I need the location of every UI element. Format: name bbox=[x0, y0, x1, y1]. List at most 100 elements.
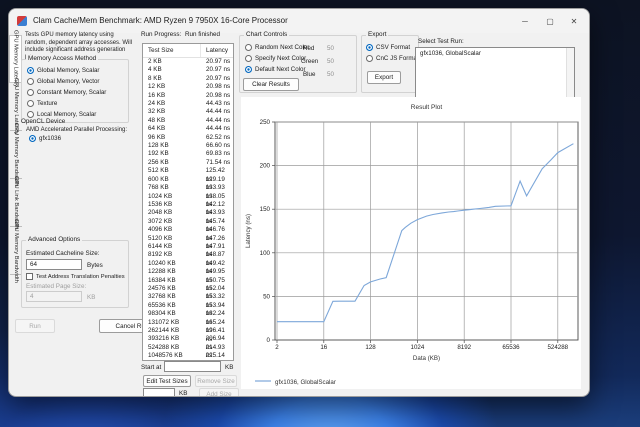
radio-specify-next-color[interactable]: Specify Next Color bbox=[245, 53, 309, 64]
start-at-unit-label: KB bbox=[225, 364, 234, 371]
test-run-item[interactable]: gfx1036, GlobalScalar bbox=[416, 48, 574, 57]
run-button[interactable]: Run bbox=[15, 319, 55, 333]
radio-gfx1036[interactable]: gfx1036 bbox=[29, 133, 61, 144]
add-size-input[interactable] bbox=[143, 388, 175, 396]
table-row[interactable]: 192 KB 69.83 ns bbox=[143, 150, 233, 158]
table-row[interactable]: 12 KB 20.98 ns bbox=[143, 83, 233, 91]
radio-global-memory-vector[interactable]: Global Memory, Vector bbox=[27, 76, 106, 87]
maximize-button[interactable]: ▢ bbox=[538, 9, 562, 33]
latency-cell: 66.60 ns bbox=[206, 142, 231, 150]
table-row[interactable]: 2 KB 20.97 ns bbox=[143, 58, 233, 66]
radio-cnc-js-format[interactable]: CnC JS Format bbox=[366, 53, 419, 64]
table-row[interactable]: 262144 KB 196.41 ns bbox=[143, 327, 233, 343]
radio-icon bbox=[27, 67, 34, 74]
radio-icon bbox=[366, 44, 373, 51]
test-size-cell: 4096 KB bbox=[148, 226, 173, 234]
table-row[interactable]: 8 KB 20.97 ns bbox=[143, 75, 233, 83]
test-size-cell: 256 KB bbox=[148, 158, 169, 166]
table-row[interactable]: 64 KB 44.44 ns bbox=[143, 125, 233, 133]
latency-cell: 148.87 ns bbox=[205, 251, 225, 267]
table-row[interactable]: 3072 KB 145.74 ns bbox=[143, 218, 233, 234]
cacheline-size-input[interactable]: 64 bbox=[26, 259, 82, 270]
latency-cell: 20.97 ns bbox=[206, 74, 231, 82]
table-row[interactable]: 16384 KB 150.75 ns bbox=[143, 276, 233, 293]
latency-cell: 153.94 ns bbox=[205, 301, 225, 318]
export-button[interactable]: Export bbox=[367, 71, 401, 84]
latency-cell: 142.12 ns bbox=[205, 200, 225, 217]
table-row[interactable]: 768 KB 133.93 ns bbox=[143, 184, 233, 200]
test-size-cell: 64 KB bbox=[148, 125, 166, 133]
memory-access-method-title: Memory Access Method bbox=[26, 55, 99, 62]
test-size-cell: 768 KB bbox=[148, 184, 169, 192]
minimize-button[interactable]: ─ bbox=[513, 9, 537, 33]
run-progress-value: Run finished bbox=[185, 31, 221, 38]
test-size-listview[interactable]: Test Size Latency 2 KB 20.97 ns 4 KB 20.97 … bbox=[142, 43, 234, 368]
table-row[interactable]: 1024 KB 138.05 ns bbox=[143, 193, 233, 209]
radio-label: Specify Next Color bbox=[255, 55, 307, 62]
red-value: 50 bbox=[327, 45, 334, 52]
radio-constant-memory-scalar[interactable]: Constant Memory, Scalar bbox=[27, 87, 106, 98]
remove-size-button[interactable]: Remove Size bbox=[195, 375, 237, 387]
table-row[interactable]: 32 KB 44.44 ns bbox=[143, 108, 233, 116]
table-row[interactable]: 24 KB 44.43 ns bbox=[143, 100, 233, 108]
listview-header[interactable]: Test Size Latency bbox=[143, 44, 233, 58]
radio-csv-format[interactable]: CSV Format bbox=[366, 42, 419, 53]
table-row[interactable]: 96 KB 62.52 ns bbox=[143, 134, 233, 142]
table-row[interactable]: 524288 KB 214.93 ns bbox=[143, 344, 233, 360]
table-row[interactable]: 1048576 KB 225.14 ns bbox=[143, 352, 233, 368]
tab-cpu-memory-bandwidth[interactable]: CPU Memory Bandwidth bbox=[10, 123, 22, 186]
radio-texture[interactable]: Texture bbox=[27, 98, 106, 109]
table-row[interactable]: 128 KB 66.60 ns bbox=[143, 142, 233, 150]
column-latency[interactable]: Latency bbox=[201, 47, 228, 54]
test-size-cell: 5120 KB bbox=[148, 234, 173, 242]
title-bar[interactable]: Clam Cache/Mem Benchmark: AMD Ryzen 9 79… bbox=[9, 9, 589, 33]
test-size-cell: 32768 KB bbox=[148, 293, 176, 301]
tlb-penalties-checkbox[interactable]: Test Address Translation Penalties bbox=[26, 273, 125, 280]
radio-default-next-color[interactable]: Default Next Color bbox=[245, 64, 309, 75]
latency-cell: 44.44 ns bbox=[206, 116, 231, 124]
edit-test-sizes-button[interactable]: Edit Test Sizes bbox=[143, 375, 191, 387]
table-row[interactable]: 1536 KB 142.12 ns bbox=[143, 200, 233, 217]
table-row[interactable]: 48 KB 44.44 ns bbox=[143, 117, 233, 125]
table-row[interactable]: 8192 KB 148.87 ns bbox=[143, 251, 233, 267]
table-row[interactable]: 4 KB 20.97 ns bbox=[143, 66, 233, 74]
red-label: Red bbox=[303, 45, 315, 52]
clear-results-button[interactable]: Clear Results bbox=[243, 78, 299, 91]
table-row[interactable]: 5120 KB 147.26 ns bbox=[143, 234, 233, 251]
app-window: Clam Cache/Mem Benchmark: AMD Ryzen 9 79… bbox=[8, 8, 590, 397]
latency-cell: 153.32 ns bbox=[205, 293, 225, 309]
table-row[interactable]: 24576 KB 152.04 ns bbox=[143, 285, 233, 301]
latency-cell: 129.19 ns bbox=[205, 175, 225, 192]
table-row[interactable]: 2048 KB 143.93 ns bbox=[143, 209, 233, 225]
table-row[interactable]: 10240 KB 149.42 ns bbox=[143, 260, 233, 276]
radio-random-next-color[interactable]: Random Next Color bbox=[245, 42, 309, 53]
table-row[interactable]: 131072 KB 165.24 ns bbox=[143, 319, 233, 335]
table-row[interactable]: 600 KB 129.19 ns bbox=[143, 175, 233, 192]
page-size-input[interactable]: 4 bbox=[26, 291, 82, 302]
test-size-cell: 16384 KB bbox=[148, 276, 176, 284]
table-row[interactable]: 4096 KB 146.76 ns bbox=[143, 226, 233, 242]
plot-area bbox=[274, 121, 579, 341]
x-axis-label: Data (KB) bbox=[413, 355, 440, 362]
column-test-size[interactable]: Test Size bbox=[143, 44, 201, 57]
table-row[interactable]: 65536 KB 153.94 ns bbox=[143, 301, 233, 318]
table-row[interactable]: 393216 KB 206.94 ns bbox=[143, 335, 233, 351]
start-at-input[interactable] bbox=[164, 361, 221, 372]
table-row[interactable]: 512 KB 125.42 ns bbox=[143, 167, 233, 183]
table-row[interactable]: 256 KB 71.54 ns bbox=[143, 159, 233, 167]
select-test-run-label: Select Test Run: bbox=[418, 38, 464, 45]
radio-global-memory-scalar[interactable]: Global Memory, Scalar bbox=[27, 65, 106, 76]
table-row[interactable]: 98304 KB 182.24 ns bbox=[143, 310, 233, 326]
add-size-button[interactable]: Add Size bbox=[199, 388, 239, 396]
test-size-cell: 16 KB bbox=[148, 91, 166, 99]
table-row[interactable]: 6144 KB 147.91 ns bbox=[143, 243, 233, 259]
table-row[interactable]: 12288 KB 149.95 ns bbox=[143, 268, 233, 284]
cacheline-unit-label: Bytes bbox=[87, 262, 103, 269]
latency-cell: 20.97 ns bbox=[206, 58, 231, 65]
table-row[interactable]: 32768 KB 153.32 ns bbox=[143, 293, 233, 309]
table-row[interactable]: 16 KB 20.98 ns bbox=[143, 92, 233, 100]
test-size-cell: 8 KB bbox=[148, 74, 162, 82]
close-button[interactable]: ✕ bbox=[562, 9, 586, 33]
test-size-cell: 12 KB bbox=[148, 83, 166, 91]
y-tick-label: 100 bbox=[260, 250, 271, 257]
